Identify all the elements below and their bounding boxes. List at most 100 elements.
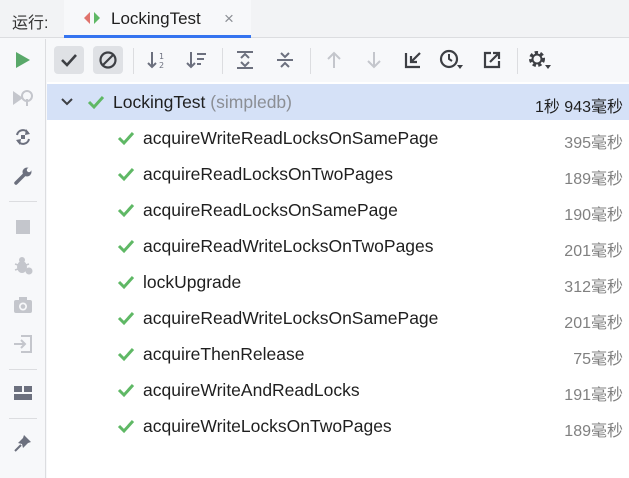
test-name: acquireThenRelease [143,344,305,364]
test-row[interactable]: acquireReadWriteLocksOnSamePage 201毫秒 [47,300,629,336]
toolbar-separator [517,48,518,74]
test-duration: 201毫秒 [564,243,623,260]
import-button[interactable] [11,332,35,356]
collapse-all-icon [277,52,293,68]
toolbar-separator [133,48,134,74]
chevron-down-icon[interactable] [60,95,74,109]
toolbar-separator [9,418,37,419]
sort-alphabetically-button[interactable]: 1 2 [143,46,173,74]
show-ignored-icon [99,51,117,69]
layout-icon [14,386,32,400]
test-name: acquireReadWriteLocksOnSamePage [143,308,439,328]
test-results-tree: LockingTest (simpledb) 1秒 943毫秒 acquireW… [47,82,629,478]
test-duration: 395毫秒 [564,135,623,152]
test-passed-icon [117,131,135,146]
root-module: (simpledb) [210,92,292,112]
toggle-auto-test-button[interactable] [11,125,35,149]
sort-duration-icon [186,52,206,69]
rerun-icon [16,52,30,68]
rerun-failed-button[interactable] [11,86,35,110]
toolbar-separator [9,369,37,370]
test-passed-icon [87,95,105,110]
debug-failed-button[interactable] [11,254,35,278]
run-label: 运行: [12,15,49,32]
pin-icon [14,435,31,452]
junit-run-config-icon [84,12,100,24]
export-results-icon [483,51,501,69]
test-name: acquireReadLocksOnSamePage [143,200,398,220]
test-name: acquireWriteReadLocksOnSamePage [143,128,439,148]
import-results-icon [404,52,421,69]
import-test-results-button[interactable] [398,46,428,74]
sort-alpha-icon: 1 2 [147,52,164,70]
rerun-failed-icon [13,90,33,106]
test-name: acquireReadLocksOnTwoPages [143,164,394,184]
test-row[interactable]: acquireReadWriteLocksOnTwoPages 201毫秒 [47,228,629,264]
export-test-results-button[interactable] [477,46,507,74]
test-passed-icon [117,203,135,218]
svg-text:2: 2 [159,61,164,70]
debug-failed-icon [14,257,33,275]
pin-button[interactable] [11,431,35,455]
toolbar-separator [9,201,37,202]
stop-button[interactable] [11,215,35,239]
test-duration: 75毫秒 [573,351,623,368]
svg-text:1: 1 [159,52,164,61]
close-tab-icon[interactable]: × [224,9,234,29]
test-row[interactable]: acquireWriteLocksOnTwoPages 189毫秒 [47,408,629,444]
root-name: LockingTest [113,92,206,112]
toggle-auto-test-icon [16,129,30,145]
show-passed-button[interactable] [54,46,84,74]
run-tool-window-header: 运行: LockingTest × [0,0,629,38]
test-duration: 189毫秒 [564,423,623,440]
test-passed-icon [117,383,135,398]
layout-button[interactable] [11,381,35,405]
toolbar-separator [222,48,223,74]
collapse-all-button[interactable] [270,46,300,74]
wrench-icon [14,167,32,185]
next-test-icon [367,52,381,69]
next-test-button[interactable] [359,46,389,74]
test-duration: 189毫秒 [564,171,623,188]
settings-button[interactable] [525,46,555,74]
test-row[interactable]: acquireReadLocksOnSamePage 190毫秒 [47,192,629,228]
test-duration: 312毫秒 [564,279,623,296]
settings-wrench-button[interactable] [11,164,35,188]
test-passed-icon [117,419,135,434]
history-icon [439,49,463,69]
root-duration: 1秒 943毫秒 [534,99,623,116]
test-passed-icon [117,239,135,254]
tab-title: LockingTest [111,9,201,28]
tree-root-row[interactable]: LockingTest (simpledb) 1秒 943毫秒 [47,84,629,120]
test-row[interactable]: lockUpgrade 312毫秒 [47,264,629,300]
expand-all-button[interactable] [230,46,260,74]
show-passed-icon [61,54,77,67]
test-row[interactable]: acquireWriteAndReadLocks 191毫秒 [47,372,629,408]
screenshot-button[interactable] [11,293,35,317]
test-name: acquireWriteAndReadLocks [143,380,360,400]
test-name: lockUpgrade [143,272,242,292]
left-toolbar [0,39,46,478]
camera-icon [14,297,32,313]
tab-locking-test[interactable]: LockingTest × [64,0,251,38]
stop-icon [16,220,30,234]
rerun-button[interactable] [11,48,35,72]
test-tree-toolbar: 1 2 [47,39,629,82]
test-passed-icon [117,311,135,326]
test-row[interactable]: acquireThenRelease 75毫秒 [47,336,629,372]
test-duration: 190毫秒 [564,207,623,224]
root-test-class-name: LockingTest (simpledb) [113,92,292,113]
sort-by-duration-button[interactable] [182,46,212,74]
test-row[interactable]: acquireWriteReadLocksOnSamePage 395毫秒 [47,120,629,156]
test-name: acquireReadWriteLocksOnTwoPages [143,236,434,256]
toolbar-separator [310,48,311,74]
test-row[interactable]: acquireReadLocksOnTwoPages 189毫秒 [47,156,629,192]
expand-all-icon [237,51,253,69]
show-ignored-button[interactable] [93,46,123,74]
test-passed-icon [117,167,135,182]
settings-icon [529,51,551,69]
test-duration: 201毫秒 [564,315,623,332]
test-history-button[interactable] [437,46,467,74]
test-passed-icon [117,347,135,362]
previous-test-button[interactable] [319,46,349,74]
